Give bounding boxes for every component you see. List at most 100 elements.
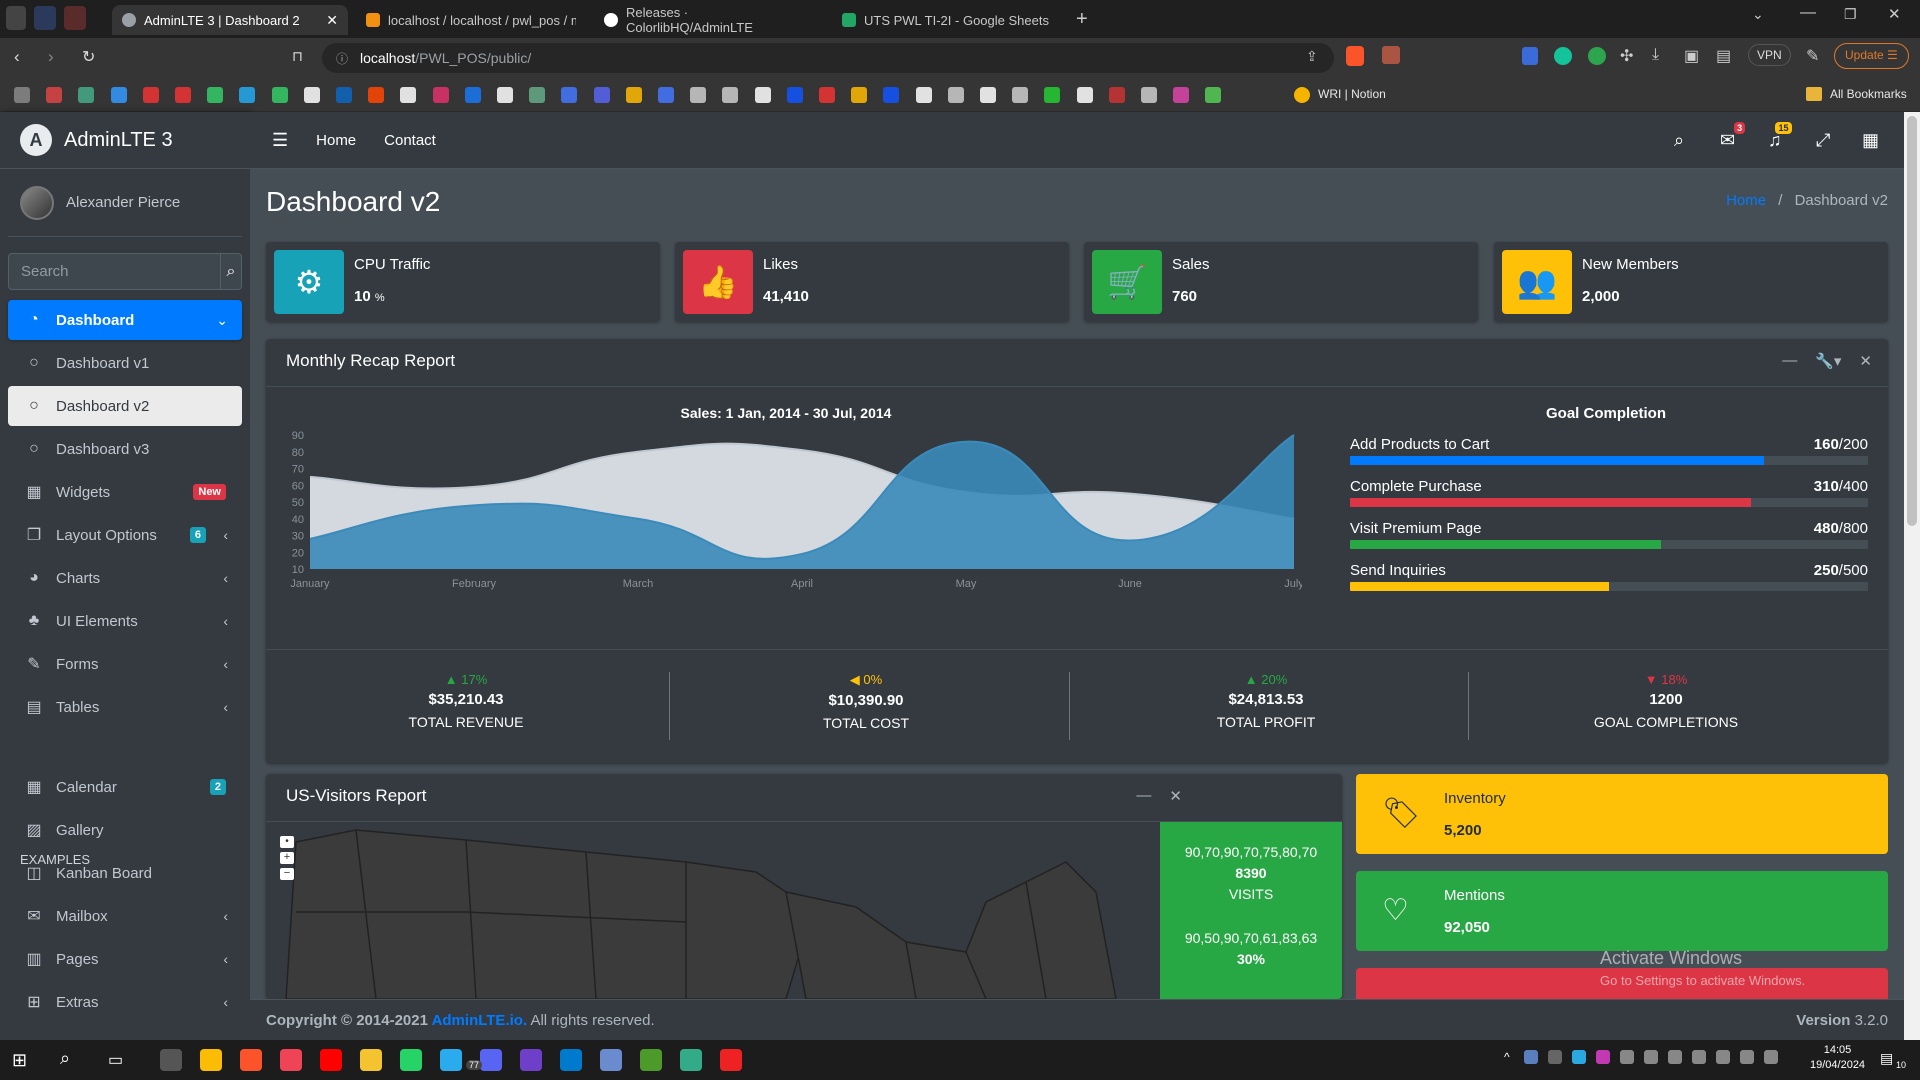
bookmark-favicon-icon[interactable] xyxy=(819,87,835,103)
nav-home[interactable]: Home xyxy=(316,132,356,149)
sidebar-item-forms[interactable]: ✎ Forms ‹ xyxy=(8,644,242,684)
app-icon[interactable] xyxy=(680,1049,702,1071)
bookmark-favicon-icon[interactable] xyxy=(529,87,546,103)
sidebar-item-tables[interactable]: ▤ Tables ‹ xyxy=(8,687,242,727)
sidebar-item-dashboard-v2[interactable]: ○ Dashboard v2 xyxy=(8,386,242,426)
bell-icon[interactable]: ♫ 15 xyxy=(1768,122,1792,151)
nav-contact[interactable]: Contact xyxy=(384,132,436,149)
grammarly-icon[interactable] xyxy=(1554,47,1572,65)
bookmark-favicon-icon[interactable] xyxy=(980,87,996,103)
bookmark-favicon-icon[interactable] xyxy=(497,87,513,103)
minus-icon[interactable]: — xyxy=(1136,787,1151,805)
search-icon[interactable]: ⌕ xyxy=(60,1048,70,1069)
bookmark-favicon-icon[interactable] xyxy=(754,87,771,103)
terminal-icon[interactable] xyxy=(160,1049,182,1071)
sidebar-item-widgets[interactable]: ▦ Widgets New xyxy=(8,472,242,512)
bookmark-favicon-icon[interactable] xyxy=(625,87,642,103)
wrench-icon[interactable]: 🔧▾ xyxy=(1815,352,1841,370)
back-icon[interactable]: ‹ xyxy=(14,47,20,67)
zoom-out-button[interactable]: − xyxy=(280,868,294,880)
bookmark-favicon-icon[interactable] xyxy=(142,87,159,103)
file-explorer-icon[interactable] xyxy=(360,1049,382,1071)
sidebar-item-ui-elements[interactable]: ♣ UI Elements ‹ xyxy=(8,601,242,641)
tab-phpmyadmin[interactable]: localhost / localhost / pwl_pos / m_l xyxy=(356,5,586,35)
reload-icon[interactable]: ↻ xyxy=(82,47,95,67)
sidebar-item-dashboard[interactable]: ◔ Dashboard ⌄ xyxy=(8,300,242,340)
app-icon[interactable] xyxy=(600,1049,622,1071)
scrollbar-thumb[interactable] xyxy=(1907,116,1917,526)
bookmark-favicon-icon[interactable] xyxy=(1141,87,1157,103)
fullscreen-icon[interactable]: ⤢ xyxy=(1816,130,1830,151)
sidebar-item-kanban[interactable]: ◫ Kanban Board xyxy=(8,853,242,893)
sidebar-item-calendar[interactable]: ▦ Calendar 2 xyxy=(8,767,242,807)
close-icon[interactable]: ✕ xyxy=(1169,787,1182,805)
bookmark-favicon-icon[interactable] xyxy=(593,87,610,103)
brand-link[interactable]: A AdminLTE 3 xyxy=(0,112,250,169)
update-button[interactable]: Update ☰ xyxy=(1834,43,1909,69)
page-scrollbar[interactable] xyxy=(1904,112,1920,1040)
sidebar-item-pages[interactable]: ▥ Pages ‹ xyxy=(8,939,242,979)
bookmark-favicon-icon[interactable] xyxy=(1205,87,1222,103)
bookmark-favicon-icon[interactable] xyxy=(303,87,320,103)
bookmark-favicon-icon[interactable] xyxy=(336,87,352,103)
bookmark-favicon-icon[interactable] xyxy=(722,87,739,103)
sidebar-item-charts[interactable]: ◕ Charts ‹ xyxy=(8,558,242,598)
bookmark-favicon-icon[interactable] xyxy=(175,87,191,103)
minecraft-icon[interactable] xyxy=(640,1049,662,1071)
bookmark-favicon-icon[interactable] xyxy=(1076,87,1093,103)
bookmark-favicon-icon[interactable] xyxy=(1012,87,1029,103)
bookmark-favicon-icon[interactable] xyxy=(432,87,449,103)
download-icon[interactable]: ⤓ xyxy=(1652,46,1659,64)
all-bookmarks[interactable]: All Bookmarks xyxy=(1830,87,1907,101)
bookmark-favicon-icon[interactable] xyxy=(947,87,964,103)
footer-link[interactable]: AdminLTE.io. xyxy=(432,1012,528,1029)
vpn-button[interactable]: VPN xyxy=(1748,44,1791,66)
bookmark-favicon-icon[interactable] xyxy=(271,87,288,103)
bookmark-favicon-icon[interactable] xyxy=(915,87,932,103)
breadcrumb-home[interactable]: Home xyxy=(1726,192,1766,209)
chrome-icon[interactable] xyxy=(200,1049,222,1071)
vscode-icon[interactable] xyxy=(560,1049,582,1071)
bookmark-favicon-icon[interactable] xyxy=(464,87,481,103)
extensions-puzzle-icon[interactable]: ✣ xyxy=(1620,46,1633,66)
world-map[interactable]: • + − xyxy=(266,822,1160,999)
brave-shields-icon[interactable] xyxy=(1346,46,1364,66)
minimize-button[interactable]: — xyxy=(1800,4,1816,22)
telegram-icon[interactable] xyxy=(440,1049,462,1071)
user-panel[interactable]: Alexander Pierce xyxy=(8,169,242,237)
tab-group-icon[interactable] xyxy=(34,6,56,30)
search-button[interactable]: ⌕ xyxy=(221,253,242,290)
whatsapp-icon[interactable] xyxy=(400,1049,422,1071)
forward-icon[interactable]: › xyxy=(48,47,54,67)
tab-github[interactable]: Releases · ColorlibHQ/AdminLTE xyxy=(594,5,824,35)
app-icon[interactable] xyxy=(720,1049,742,1071)
bookmark-favicon-icon[interactable] xyxy=(1044,87,1061,103)
sidebar-search-input[interactable] xyxy=(8,253,221,290)
bookmark-favicon-icon[interactable] xyxy=(400,87,417,103)
bookmark-favicon-icon[interactable] xyxy=(46,87,63,103)
tab-adminlte[interactable]: AdminLTE 3 | Dashboard 2 ✕ xyxy=(112,5,348,35)
bookmark-favicon-icon[interactable] xyxy=(883,87,900,103)
share-icon[interactable]: ⇪ xyxy=(1306,48,1318,65)
sidebar-item-dashboard-v1[interactable]: ○ Dashboard v1 xyxy=(8,343,242,383)
bookmark-favicon-icon[interactable] xyxy=(14,87,30,103)
bookmark-favicon-icon[interactable] xyxy=(851,87,868,103)
site-info-icon[interactable]: ⓘ xyxy=(336,50,348,67)
url-field[interactable]: ⓘ localhost/PWL_POS/public/ xyxy=(322,43,1334,73)
user-name[interactable]: Alexander Pierce xyxy=(66,194,180,211)
zoom-in-button[interactable]: • xyxy=(280,836,294,848)
bookmark-favicon-icon[interactable] xyxy=(78,87,95,103)
bookmark-favicon-icon[interactable] xyxy=(690,87,707,103)
close-icon[interactable]: ✕ xyxy=(1859,352,1872,370)
brave-rewards-icon[interactable] xyxy=(1382,46,1400,64)
bookmark-favicon-icon[interactable] xyxy=(207,87,224,103)
sidebar-item-mailbox[interactable]: ✉ Mailbox ‹ xyxy=(8,896,242,936)
window-close-button[interactable]: ✕ xyxy=(1888,5,1901,23)
bookmark-favicon-icon[interactable] xyxy=(239,87,256,103)
sidebar-toggle-icon[interactable]: ▣ xyxy=(1684,46,1699,66)
new-tab-button[interactable]: + xyxy=(1076,8,1088,31)
bookmark-favicon-icon[interactable] xyxy=(1173,87,1190,103)
bookmark-favicon-icon[interactable] xyxy=(368,87,385,103)
extension-icon[interactable] xyxy=(1588,47,1606,65)
bookmark-favicon-icon[interactable] xyxy=(1108,87,1125,103)
